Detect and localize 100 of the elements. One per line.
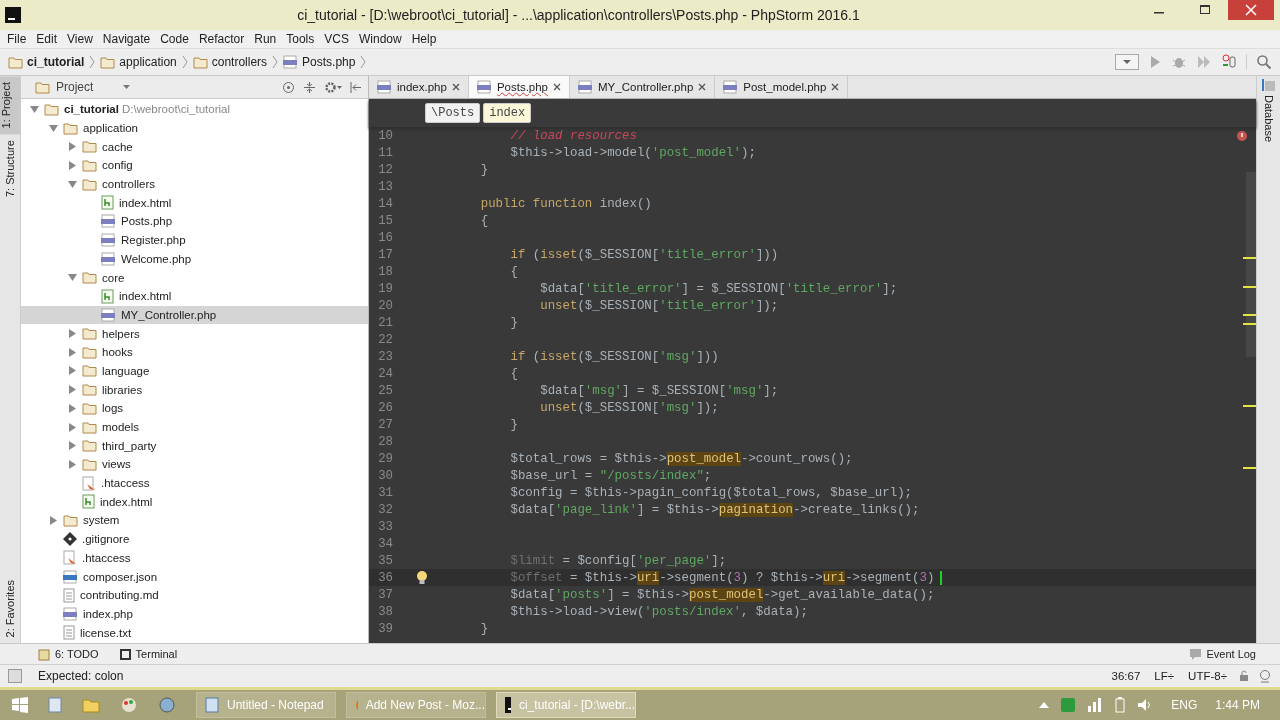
tree-item[interactable]: system: [21, 511, 368, 530]
breadcrumb-item[interactable]: Posts.php: [283, 55, 356, 69]
tree-item[interactable]: index.php: [21, 604, 368, 624]
editor-tab[interactable]: index.php: [369, 76, 469, 98]
tree-item[interactable]: Posts.php: [21, 212, 368, 231]
inspector-icon[interactable]: [1258, 669, 1272, 683]
encoding-selector[interactable]: UTF-8÷: [1185, 670, 1230, 682]
tree-item[interactable]: libraries: [21, 380, 368, 399]
close-icon[interactable]: [451, 83, 460, 91]
menu-item[interactable]: Run: [249, 32, 282, 46]
tree-item[interactable]: index.html: [21, 193, 368, 213]
tree-item[interactable]: controllers: [21, 174, 368, 194]
menu-item[interactable]: View: [62, 32, 98, 46]
panel-toggle-icon[interactable]: [8, 669, 22, 683]
close-icon[interactable]: [831, 83, 840, 91]
menu-item[interactable]: Help: [406, 32, 442, 46]
tree-item[interactable]: hooks: [21, 342, 368, 362]
menu-item[interactable]: File: [2, 32, 32, 46]
menu-item[interactable]: Window: [353, 32, 407, 46]
close-icon[interactable]: [1228, 0, 1274, 20]
tree-item[interactable]: .gitignore: [21, 529, 368, 549]
warning-marker[interactable]: [1243, 285, 1256, 288]
locate-icon[interactable]: [282, 80, 295, 94]
settings-icon[interactable]: [324, 80, 342, 94]
breadcrumb-item[interactable]: controllers: [192, 55, 268, 69]
lock-icon[interactable]: [1238, 670, 1250, 682]
tree-item[interactable]: license.txt: [21, 623, 368, 642]
tree-item[interactable]: Welcome.php: [21, 249, 368, 269]
run-config-dropdown[interactable]: [1115, 54, 1139, 70]
editor-tab[interactable]: Post_model.php: [715, 76, 849, 98]
tree-item[interactable]: index.html: [21, 492, 368, 512]
hide-panel-icon[interactable]: [350, 80, 362, 94]
breadcrumb-item[interactable]: \Posts: [425, 103, 481, 123]
tree-item[interactable]: language: [21, 361, 368, 381]
close-icon[interactable]: [553, 83, 562, 91]
editor-tab[interactable]: MY_Controller.php: [570, 76, 716, 98]
warning-marker[interactable]: [1243, 467, 1256, 470]
warning-marker[interactable]: [1243, 322, 1256, 325]
tree-item[interactable]: models: [21, 417, 368, 437]
menu-item[interactable]: Tools: [281, 32, 320, 46]
tool-window-button[interactable]: 6: TODO: [30, 647, 107, 661]
folder-icon[interactable]: [82, 697, 100, 713]
collapse-all-icon[interactable]: [303, 80, 316, 94]
tree-item[interactable]: core: [21, 268, 368, 287]
menu-item[interactable]: Edit: [31, 32, 63, 46]
battery-icon[interactable]: [1115, 697, 1126, 713]
tree-item[interactable]: config: [21, 156, 368, 175]
tool-window-tab[interactable]: 2: Favorites: [4, 573, 16, 643]
tree-item[interactable]: index.html: [21, 286, 368, 306]
tree-item[interactable]: cache: [21, 137, 368, 157]
tree-item[interactable]: application: [21, 118, 368, 138]
menu-item[interactable]: VCS: [319, 32, 354, 46]
network-icon[interactable]: [1087, 698, 1104, 712]
view-dropdown[interactable]: Project: [35, 80, 131, 94]
expanded-arrow-icon[interactable]: [67, 179, 77, 189]
php-file-icon: [101, 307, 116, 322]
line-number: 14: [377, 196, 393, 211]
palette-icon[interactable]: [120, 697, 138, 713]
tree-item[interactable]: .htaccess: [21, 548, 368, 568]
tool-window-button[interactable]: Terminal: [110, 647, 186, 661]
caret-position[interactable]: 36:67: [1108, 670, 1144, 682]
tool-window-tab[interactable]: 1: Project: [0, 76, 20, 135]
line-separator-selector[interactable]: LF÷: [1151, 670, 1178, 682]
breadcrumb-item[interactable]: application: [100, 55, 177, 69]
warning-marker[interactable]: [1243, 314, 1256, 317]
tray-arrow-icon[interactable]: [1039, 701, 1050, 709]
menu-item[interactable]: Refactor: [193, 32, 250, 46]
tree-item[interactable]: helpers: [21, 324, 368, 343]
expanded-arrow-icon[interactable]: [67, 273, 77, 283]
editor-tab[interactable]: Posts.php: [468, 76, 571, 98]
tree-item[interactable]: MY_Controller.php: [21, 305, 368, 325]
search-icon[interactable]: [1256, 54, 1272, 70]
tool-window-tab[interactable]: 7: Structure: [4, 134, 16, 574]
tree-item[interactable]: third_party: [21, 436, 368, 456]
tree-item[interactable]: ci_tutorial D:\webroot\ci_tutorial: [21, 100, 368, 119]
tool-window-button[interactable]: Event Log: [1181, 648, 1264, 660]
breadcrumb-item[interactable]: ci_tutorial: [8, 55, 85, 69]
warning-marker[interactable]: [1243, 404, 1256, 407]
menu-item[interactable]: Navigate: [97, 32, 156, 46]
database-icon[interactable]: [1261, 78, 1276, 92]
debug-icon[interactable]: [1171, 55, 1187, 69]
menu-item[interactable]: Code: [155, 32, 194, 46]
tree-item[interactable]: contributing.md: [21, 585, 368, 605]
windows-start-icon[interactable]: [12, 697, 28, 713]
tree-item[interactable]: Register.php: [21, 230, 368, 250]
warning-marker[interactable]: [1243, 257, 1256, 260]
close-icon[interactable]: [698, 83, 707, 91]
tree-item[interactable]: .htaccess: [21, 473, 368, 493]
breadcrumb-item[interactable]: index: [483, 103, 532, 123]
globe-icon[interactable]: [158, 697, 176, 713]
tree-item[interactable]: views: [21, 455, 368, 474]
tree-item[interactable]: logs: [21, 399, 368, 418]
collapsed-arrow-icon[interactable]: [48, 515, 58, 525]
lightbulb-icon[interactable]: [416, 570, 428, 585]
tool-window-tab[interactable]: Database: [1262, 92, 1275, 143]
run-icon[interactable]: [1148, 55, 1162, 69]
document-icon[interactable]: [48, 697, 62, 713]
scrollbar-thumb[interactable]: [1246, 172, 1256, 357]
stop-listening-icon[interactable]: [1221, 54, 1237, 70]
tree-item[interactable]: composer.json: [21, 567, 368, 586]
